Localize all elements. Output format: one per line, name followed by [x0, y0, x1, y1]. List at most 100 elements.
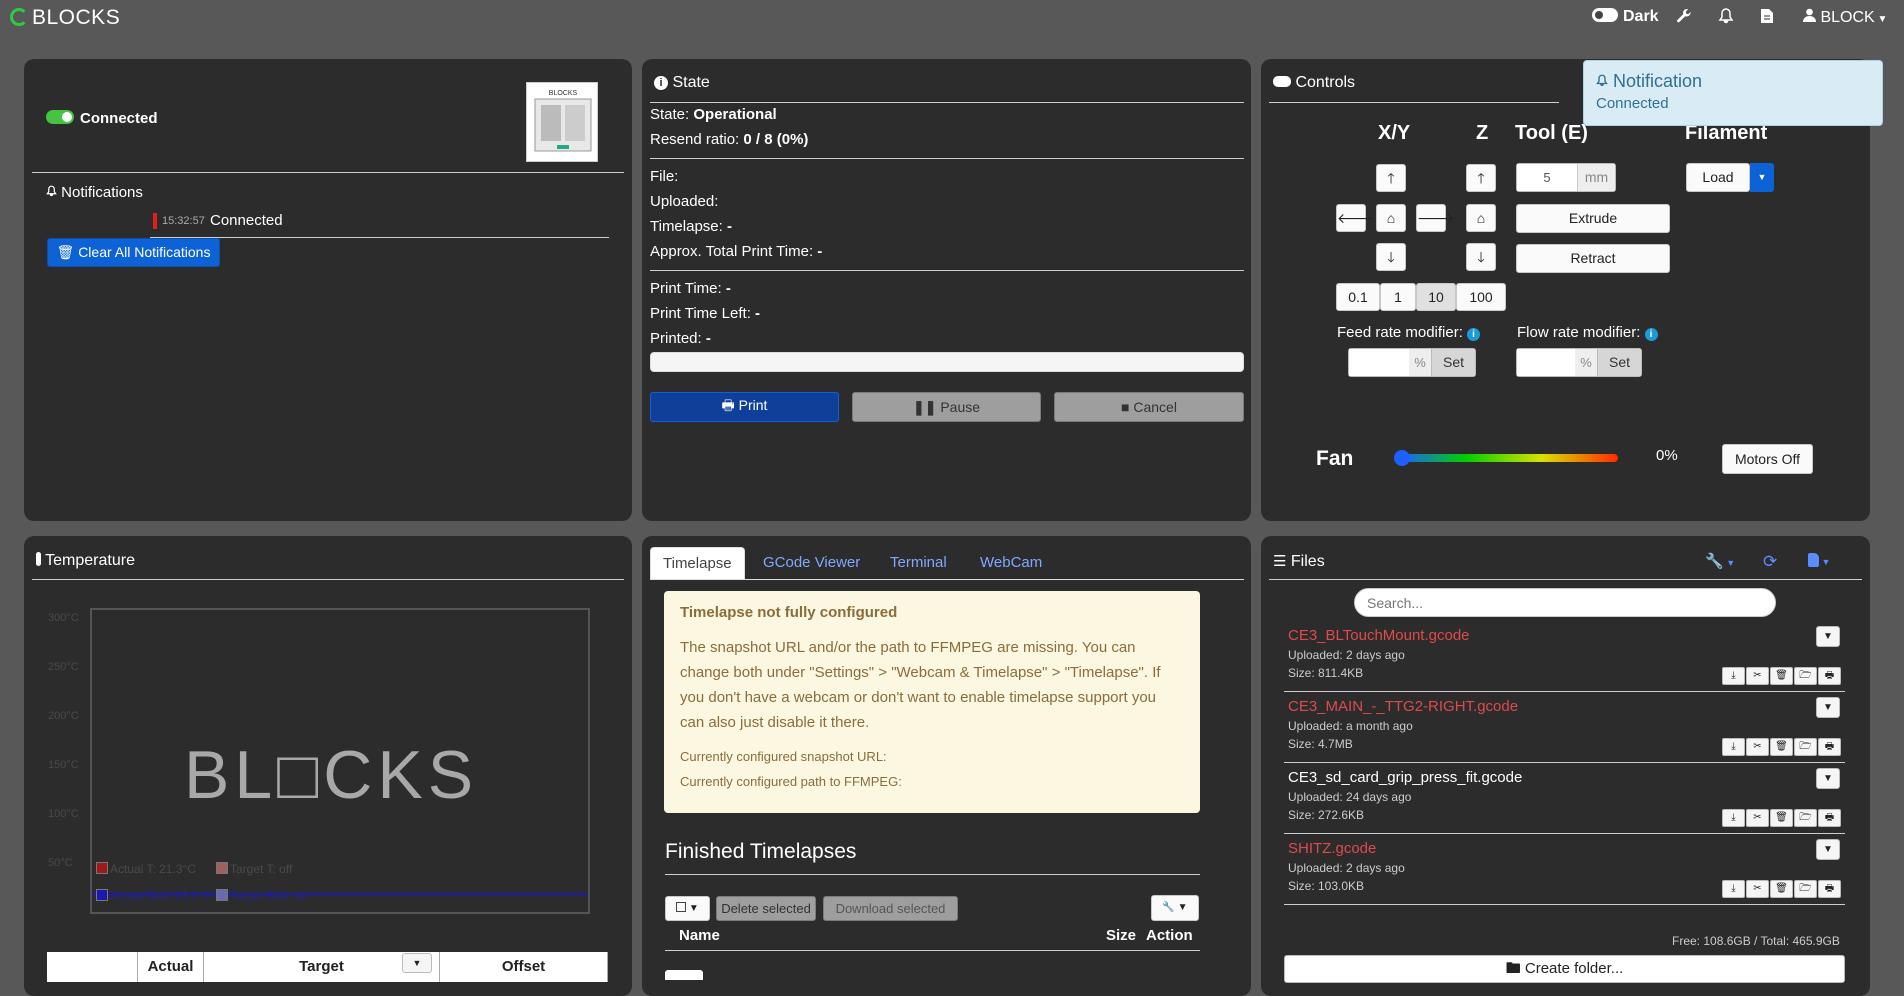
- divider: [665, 874, 1200, 875]
- tab-webcam[interactable]: WebCam: [980, 547, 1042, 579]
- file-uploaded: Uploaded: a month ago: [1288, 719, 1413, 733]
- step-10-button[interactable]: 10: [1416, 283, 1456, 311]
- file-name[interactable]: SHITZ.gcode: [1288, 840, 1844, 857]
- files-tools-dropdown[interactable]: 🔧 ▼: [1705, 552, 1735, 570]
- brand-logo[interactable]: BLOCKS: [10, 6, 120, 30]
- download-selected-button[interactable]: Download selected: [823, 896, 958, 921]
- z-plus-button[interactable]: 🡑: [1466, 164, 1496, 192]
- y-plus-button[interactable]: 🡑: [1376, 164, 1406, 192]
- cut-icon[interactable]: ✂: [1746, 880, 1769, 898]
- notification-popup[interactable]: Notification Connected: [1583, 60, 1883, 126]
- notification-popup-title: Notification: [1596, 71, 1702, 92]
- folder-open-icon[interactable]: 🗁: [1794, 738, 1817, 756]
- bell-icon: [1596, 74, 1608, 87]
- sd-card-dropdown[interactable]: ▼: [1808, 552, 1830, 569]
- file-actions: ⤓ ✂ 🗑 🗁 🖶: [1722, 880, 1842, 898]
- load-filament-button[interactable]: Load: [1686, 163, 1750, 192]
- xy-home-button[interactable]: ⌂: [1376, 204, 1406, 232]
- folder-open-icon[interactable]: 🗁: [1794, 880, 1817, 898]
- file-menu-dropdown[interactable]: ▼: [1816, 768, 1840, 789]
- filament-dropdown-toggle[interactable]: ▼: [1750, 163, 1774, 192]
- trash-icon[interactable]: 🗑: [1770, 880, 1793, 898]
- folder-open-icon[interactable]: 🗁: [1794, 667, 1817, 685]
- x-minus-button[interactable]: 🡐: [1336, 204, 1375, 232]
- file-menu-dropdown[interactable]: ▼: [1816, 697, 1840, 718]
- tab-gcode-viewer[interactable]: GCode Viewer: [763, 547, 860, 579]
- notification-marker: [153, 213, 157, 229]
- feed-rate-set-button[interactable]: Set: [1431, 349, 1475, 376]
- file-name[interactable]: CE3_BLTouchMount.gcode: [1288, 627, 1844, 644]
- print-icon[interactable]: 🖶: [1818, 738, 1841, 756]
- print-button[interactable]: 🖶 Print: [650, 392, 839, 422]
- connection-status[interactable]: Connected: [46, 110, 158, 127]
- fan-slider-handle[interactable]: [1394, 450, 1410, 466]
- trash-icon[interactable]: 🗑: [1770, 738, 1793, 756]
- trash-icon[interactable]: 🗑: [1770, 667, 1793, 685]
- step-1-button[interactable]: 1: [1380, 283, 1416, 311]
- x-plus-button[interactable]: 🡒: [1416, 204, 1455, 232]
- tab-terminal[interactable]: Terminal: [890, 547, 947, 579]
- print-time-row: Print Time: -: [650, 280, 731, 297]
- download-icon[interactable]: ⤓: [1722, 880, 1745, 898]
- download-icon[interactable]: ⤓: [1722, 809, 1745, 827]
- divider: [665, 950, 1200, 951]
- fan-speed-slider[interactable]: [1400, 454, 1618, 462]
- storage-info: Free: 108.6GB / Total: 465.9GB: [1672, 934, 1840, 948]
- arrow-down-icon: 🡓: [1477, 249, 1485, 265]
- flow-rate-input[interactable]: [1517, 349, 1575, 376]
- select-all-dropdown[interactable]: ▼: [665, 896, 710, 921]
- finished-timelapses-title: Finished Timelapses: [665, 840, 857, 863]
- trash-icon[interactable]: 🗑: [1770, 809, 1793, 827]
- y-minus-button[interactable]: 🡓: [1376, 243, 1406, 271]
- file-name[interactable]: CE3_MAIN_-_TTG2-RIGHT.gcode: [1288, 698, 1844, 715]
- fan-label: Fan: [1316, 447, 1354, 470]
- print-icon[interactable]: 🖶: [1818, 667, 1841, 685]
- file-menu-dropdown[interactable]: ▼: [1816, 626, 1840, 647]
- create-folder-button[interactable]: 🖿 Create folder...: [1284, 955, 1845, 983]
- refresh-icon[interactable]: ⟳: [1763, 552, 1777, 572]
- step-100-button[interactable]: 100: [1456, 283, 1506, 311]
- row-checkbox[interactable]: [665, 970, 703, 980]
- file-menu-dropdown[interactable]: ▼: [1816, 839, 1840, 860]
- print-icon[interactable]: 🖶: [1818, 880, 1841, 898]
- file-name[interactable]: CE3_sd_card_grip_press_fit.gcode: [1288, 769, 1844, 786]
- divider: [650, 158, 1244, 159]
- bell-icon[interactable]: [1718, 8, 1734, 29]
- cut-icon[interactable]: ✂: [1746, 738, 1769, 756]
- pause-button[interactable]: ❚❚ Pause: [852, 392, 1041, 422]
- divider: [1284, 833, 1845, 834]
- print-icon[interactable]: 🖶: [1818, 809, 1841, 827]
- file-icon[interactable]: [1760, 8, 1774, 29]
- z-home-button[interactable]: ⌂: [1466, 204, 1496, 232]
- settings-wrench-icon[interactable]: [1676, 8, 1692, 29]
- sd-card-icon: [1808, 553, 1819, 567]
- ffmpeg-path-line: Currently configured path to FFMPEG:: [680, 774, 902, 789]
- flow-rate-set-button[interactable]: Set: [1597, 349, 1641, 376]
- cut-icon[interactable]: ✂: [1746, 667, 1769, 685]
- list-icon: ☰: [1273, 553, 1287, 570]
- feed-rate-input[interactable]: [1349, 349, 1409, 376]
- delete-selected-button[interactable]: Delete selected: [716, 896, 816, 921]
- divider: [32, 172, 624, 173]
- target-dropdown-toggle[interactable]: ▼: [402, 953, 432, 973]
- cut-icon[interactable]: ✂: [1746, 809, 1769, 827]
- state-title: State: [672, 74, 710, 91]
- folder-open-icon[interactable]: 🗁: [1794, 809, 1817, 827]
- z-minus-button[interactable]: 🡓: [1466, 243, 1496, 271]
- files-search-input[interactable]: [1354, 588, 1776, 617]
- svg-text:BLOCKS: BLOCKS: [549, 90, 578, 97]
- extrude-amount-input[interactable]: [1517, 164, 1577, 191]
- motors-off-button[interactable]: Motors Off: [1722, 444, 1813, 474]
- download-icon[interactable]: ⤓: [1722, 738, 1745, 756]
- tab-timelapse[interactable]: Timelapse: [650, 547, 745, 579]
- cancel-button[interactable]: ■ Cancel: [1054, 392, 1244, 422]
- timelapse-tools-dropdown[interactable]: 🔧 ▼: [1151, 895, 1199, 921]
- download-icon[interactable]: ⤓: [1722, 667, 1745, 685]
- retract-button[interactable]: Retract: [1516, 244, 1670, 273]
- user-menu[interactable]: BLOCK ▼: [1803, 8, 1887, 27]
- extrude-button[interactable]: Extrude: [1516, 204, 1670, 233]
- step-0-1-button[interactable]: 0.1: [1336, 283, 1380, 311]
- theme-toggle[interactable]: Dark: [1592, 8, 1659, 26]
- col-action: Action: [1146, 927, 1193, 944]
- clear-notifications-button[interactable]: 🗑 Clear All Notifications: [47, 238, 220, 267]
